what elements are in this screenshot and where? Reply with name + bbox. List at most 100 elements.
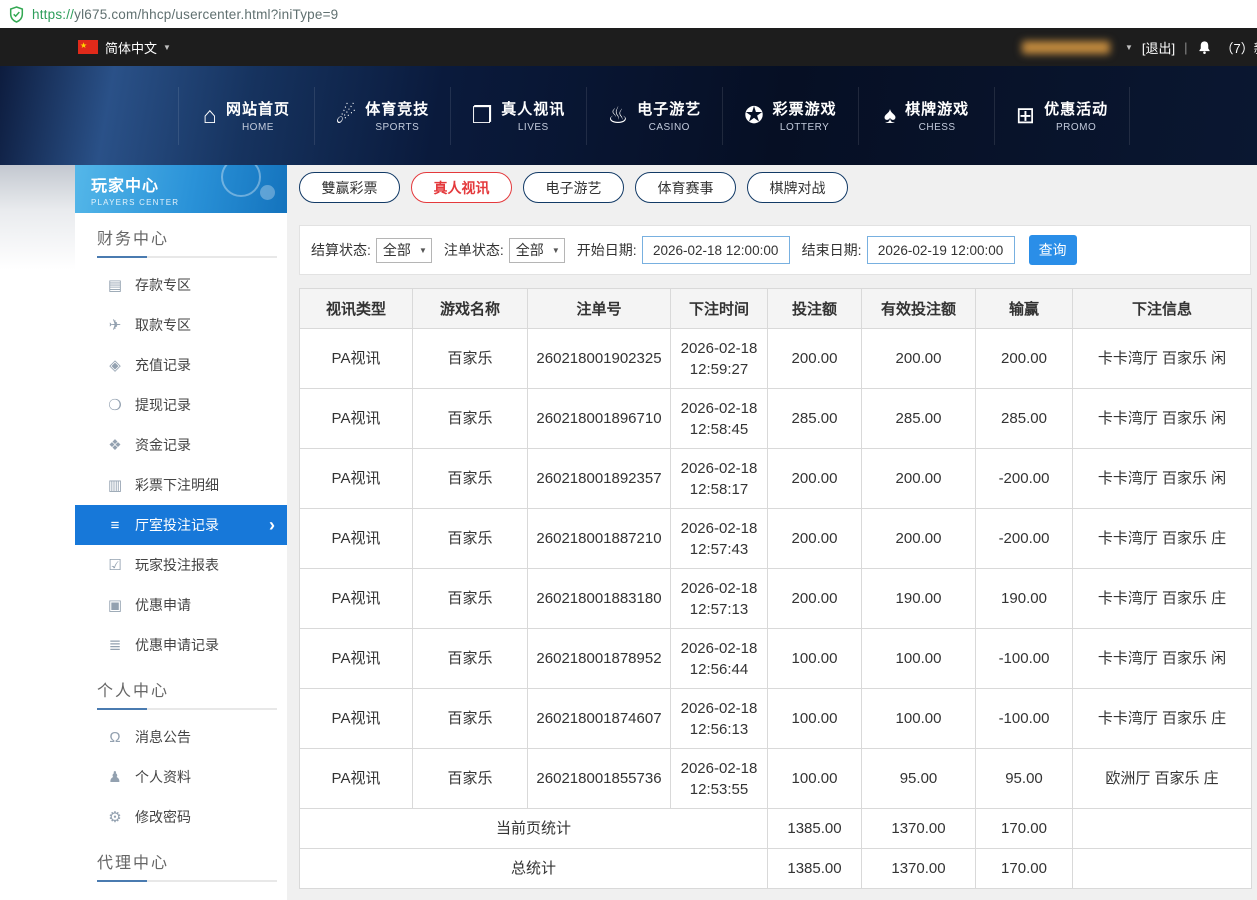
tab-electronic-games[interactable]: 电子游艺 (523, 172, 624, 203)
nav-label-en: CASINO (637, 122, 701, 133)
language-selector[interactable]: ★ 简体中文 ▼ (78, 28, 171, 66)
sidebar-item-funds-records[interactable]: ❖ 资金记录 (75, 425, 287, 465)
sidebar-item-deposit[interactable]: ▤ 存款专区 (75, 265, 287, 305)
nav-item-lottery[interactable]: ✪ 彩票游戏LOTTERY (722, 87, 858, 145)
cell-bet-time: 2026-02-18 12:57:43 (671, 509, 768, 569)
sidebar-item-messages[interactable]: Ω 消息公告 (75, 717, 287, 757)
cell-bet-time: 2026-02-18 12:56:13 (671, 689, 768, 749)
cell-valid-bet: 95.00 (862, 749, 976, 809)
table-row: PA视讯 百家乐 260218001878952 2026-02-18 12:5… (300, 629, 1252, 689)
ticket-icon: ▣ (105, 596, 125, 614)
records-icon: ≣ (105, 636, 125, 654)
tab-live-video[interactable]: 真人视讯 (411, 172, 512, 203)
secure-shield-icon (9, 6, 24, 23)
nav-item-home[interactable]: ⌂ 网站首页HOME (178, 87, 314, 145)
nav-label-zh: 棋牌游戏 (905, 98, 969, 119)
sidebar-item-change-password[interactable]: ⚙ 修改密码 (75, 797, 287, 837)
url-text[interactable]: https://yl675.com/hhcp/usercenter.html?i… (32, 7, 338, 22)
cell-video-type: PA视讯 (300, 329, 413, 389)
username-redacted[interactable] (1022, 41, 1110, 54)
nav-item-sports[interactable]: ☄ 体育竞技SPORTS (314, 87, 450, 145)
nav-item-lives[interactable]: ❐ 真人视讯LIVES (450, 87, 586, 145)
col-game-name: 游戏名称 (413, 289, 528, 329)
tab-shuangying-lottery[interactable]: 雙赢彩票 (299, 172, 400, 203)
section-rule (97, 256, 277, 258)
report-icon: ☑ (105, 556, 125, 574)
cell-valid-bet: 200.00 (862, 509, 976, 569)
cell-bet-time: 2026-02-18 12:58:45 (671, 389, 768, 449)
cell-bet-amount: 100.00 (768, 749, 862, 809)
cell-bet-info: 卡卡湾厅 百家乐 闲 (1073, 329, 1252, 389)
browser-address-bar[interactable]: https://yl675.com/hhcp/usercenter.html?i… (0, 0, 1257, 28)
order-status-select[interactable]: 全部 ▼ (509, 238, 565, 263)
user-area: ▼ [退出] | （7）新消息 (1022, 28, 1257, 66)
nav-label-zh: 网站首页 (226, 98, 290, 119)
logout-link[interactable]: [退出] (1142, 38, 1175, 57)
sidebar-item-recharge-records[interactable]: ◈ 充值记录 (75, 345, 287, 385)
nav-label-en: CHESS (905, 122, 969, 133)
sidebar-item-label: 修改密码 (135, 807, 191, 827)
nav-label-en: PROMO (1044, 122, 1108, 133)
sidebar-item-label: 资金记录 (135, 435, 191, 455)
new-messages-link[interactable]: （7）新消息 (1221, 38, 1257, 57)
cell-game-name: 百家乐 (413, 749, 528, 809)
tab-chess-battle[interactable]: 棋牌对战 (747, 172, 848, 203)
sidebar-item-profile[interactable]: ♟ 个人资料 (75, 757, 287, 797)
settle-status-select[interactable]: 全部 ▼ (376, 238, 432, 263)
cell-valid-bet: 285.00 (862, 389, 976, 449)
summary-winloss-total: 170.00 (976, 849, 1073, 889)
cell-game-name: 百家乐 (413, 329, 528, 389)
cell-valid-bet: 200.00 (862, 329, 976, 389)
page-summary-row: 当前页统计 1385.00 1370.00 170.00 (300, 809, 1252, 849)
nav-label-en: SPORTS (365, 122, 429, 133)
caret-down-icon: ▼ (163, 43, 171, 52)
sidebar-item-hall-bet-records[interactable]: ≡ 厅室投注记录 › (75, 505, 287, 545)
cell-bet-amount: 200.00 (768, 509, 862, 569)
cell-video-type: PA视讯 (300, 689, 413, 749)
sidebar-item-promo-apply[interactable]: ▣ 优惠申请 (75, 585, 287, 625)
sidebar-item-withdraw[interactable]: ✈ 取款专区 (75, 305, 287, 345)
tab-sports-events[interactable]: 体育赛事 (635, 172, 736, 203)
summary-label: 总统计 (300, 849, 768, 889)
section-rule (97, 880, 277, 882)
sidebar-item-label: 消息公告 (135, 727, 191, 747)
cell-bet-id: 260218001855736 (528, 749, 671, 809)
cell-bet-info: 卡卡湾厅 百家乐 庄 (1073, 569, 1252, 629)
caret-down-icon[interactable]: ▼ (1125, 43, 1133, 52)
cell-video-type: PA视讯 (300, 509, 413, 569)
end-date-input[interactable] (867, 236, 1015, 264)
sidebar-item-label: 个人资料 (135, 767, 191, 787)
cards-icon: ❐ (472, 104, 493, 127)
order-status-label: 注单状态: (444, 240, 504, 260)
deposit-icon: ▤ (105, 276, 125, 294)
start-date-input[interactable] (642, 236, 790, 264)
bell-icon[interactable] (1197, 40, 1212, 55)
nav-label-zh: 真人视讯 (501, 98, 565, 119)
url-path: yl675.com/hhcp/usercenter.html?iniType=9 (74, 7, 338, 22)
category-tabs: 雙赢彩票 真人视讯 电子游艺 体育赛事 棋牌对战 (299, 172, 1251, 203)
settle-status-label: 结算状态: (311, 240, 371, 260)
nav-item-promo[interactable]: ⊞ 优惠活动PROMO (994, 87, 1130, 145)
sidebar-item-withdraw-records[interactable]: ❍ 提现记录 (75, 385, 287, 425)
sidebar-item-label: 厅室投注记录 (135, 515, 219, 535)
cell-valid-bet: 100.00 (862, 629, 976, 689)
nav-item-casino[interactable]: ♨ 电子游艺CASINO (586, 87, 722, 145)
cell-video-type: PA视讯 (300, 389, 413, 449)
col-bet-id: 注单号 (528, 289, 671, 329)
nav-label-zh: 电子游艺 (637, 98, 701, 119)
sidebar-item-promo-apply-records[interactable]: ≣ 优惠申请记录 (75, 625, 287, 665)
sidebar-item-lottery-bet-details[interactable]: ▥ 彩票下注明细 (75, 465, 287, 505)
summary-bet-total: 1385.00 (768, 849, 862, 889)
table-row: PA视讯 百家乐 260218001855736 2026-02-18 12:5… (300, 749, 1252, 809)
sidebar-item-label: 玩家投注报表 (135, 555, 219, 575)
query-button[interactable]: 查询 (1029, 235, 1077, 265)
summary-label: 当前页统计 (300, 809, 768, 849)
cell-win-loss: 95.00 (976, 749, 1073, 809)
cell-video-type: PA视讯 (300, 629, 413, 689)
sidebar-item-agent-rules[interactable]: ▧ 代理规则说明 (75, 889, 287, 900)
sidebar-item-player-bet-report[interactable]: ☑ 玩家投注报表 (75, 545, 287, 585)
summary-empty (1073, 849, 1252, 889)
grand-summary-row: 总统计 1385.00 1370.00 170.00 (300, 849, 1252, 889)
sidebar-item-label: 存款专区 (135, 275, 191, 295)
nav-item-chess[interactable]: ♠ 棋牌游戏CHESS (858, 87, 994, 145)
